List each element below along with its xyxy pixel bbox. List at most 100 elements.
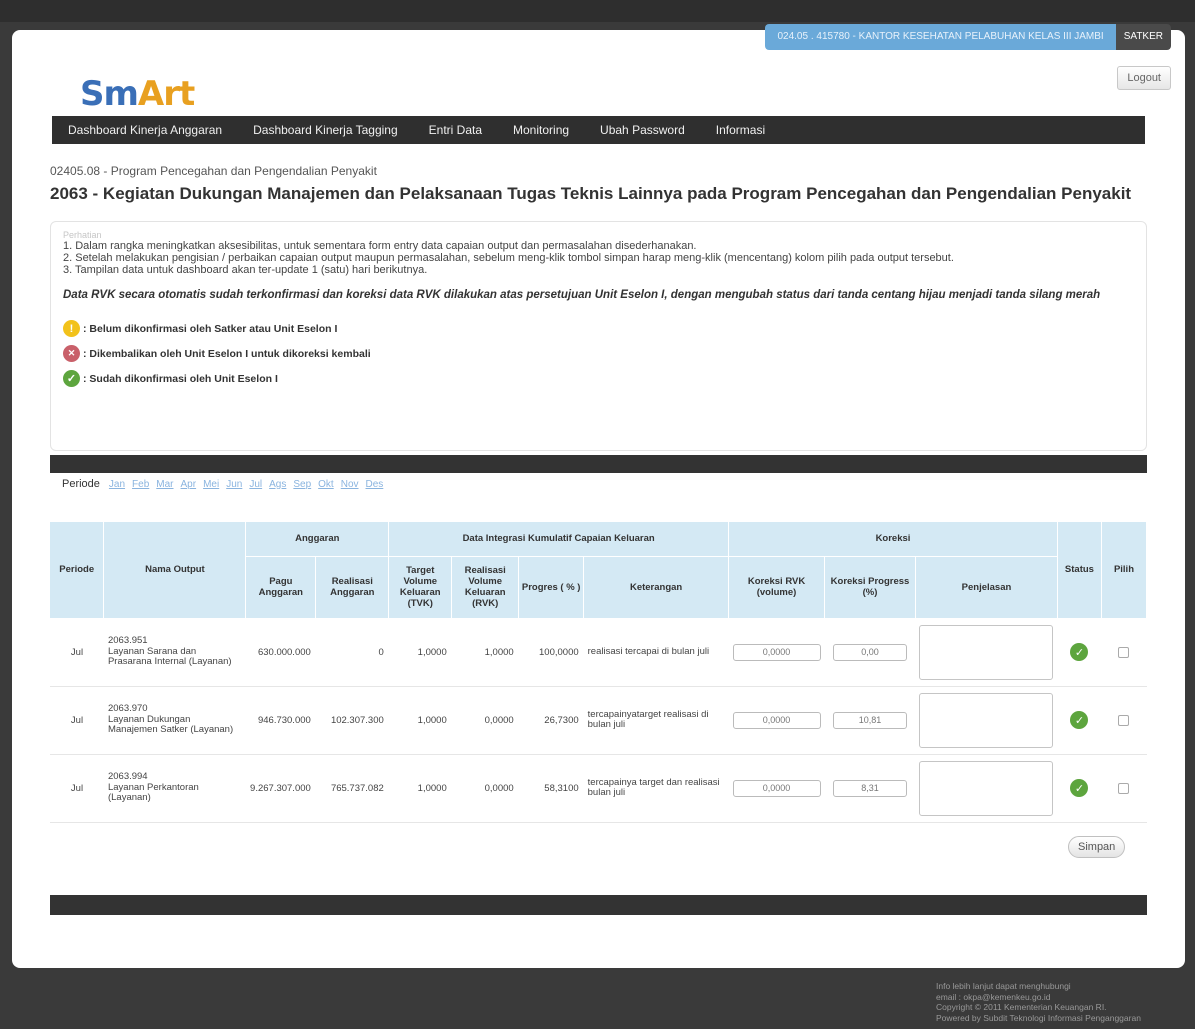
month-link-des[interactable]: Des	[366, 479, 384, 490]
status-confirmed-icon[interactable]: ✓	[1070, 643, 1089, 661]
cell-status: ✓	[1057, 618, 1102, 687]
header-anggaran: Anggaran	[245, 522, 390, 557]
header-keterangan: Keterangan	[583, 556, 730, 619]
cell-progres: 26,7300	[518, 686, 584, 755]
cell-nama-output: 2063.994 Layanan Perkantoran (Layanan)	[103, 754, 246, 823]
koreksi-progress-input[interactable]: 10,81	[833, 711, 907, 729]
output-table: Periode Nama Output Anggaran Data Integr…	[50, 522, 1148, 823]
cell-periode: Jul	[50, 754, 104, 823]
program-label: 02405.08 - Program Pencegahan dan Pengen…	[50, 164, 377, 178]
cell-status: ✓	[1057, 686, 1102, 755]
cell-penjelasan	[915, 686, 1058, 755]
footer-line: Powered by Subdit Teknologi Informasi Pe…	[936, 1012, 1141, 1023]
cell-target: 1,0000	[388, 618, 452, 687]
month-link-jun[interactable]: Jun	[226, 479, 242, 490]
legend-item-belum: ! : Belum dikonfirmasi oleh Satker atau …	[63, 320, 1134, 337]
koreksi-rvk-input[interactable]: 0,0000	[732, 711, 821, 729]
nav-ubah-password[interactable]: Ubah Password	[600, 123, 685, 137]
cell-koreksi-rvk: 0,0000	[728, 618, 825, 687]
cell-pagu: 946.730.000	[245, 686, 316, 755]
cell-target: 1,0000	[388, 686, 452, 755]
header-koreksi: Koreksi	[728, 522, 1058, 557]
header-status: Status	[1057, 522, 1102, 619]
legend-label: : Sudah dikonfirmasi oleh Unit Eselon I	[83, 372, 278, 385]
footer-line: Copyright © 2011 Kementerian Keuangan RI…	[936, 1002, 1107, 1012]
legend-label: : Belum dikonfirmasi oleh Satker atau Un…	[83, 322, 338, 335]
legend-label: : Dikembalikan oleh Unit Eselon I untuk …	[83, 347, 371, 360]
cell-koreksi-progress: 8,31	[824, 754, 916, 823]
cell-penjelasan	[915, 754, 1058, 823]
table-row: Jul 2063.970 Layanan Dukungan Manajemen S…	[50, 686, 1147, 755]
penjelasan-textarea[interactable]	[919, 624, 1054, 680]
month-link-feb[interactable]: Feb	[132, 479, 149, 490]
output-name: Layanan Dukungan Manajemen Satker (Layan…	[107, 713, 234, 736]
simpan-button[interactable]: Simpan	[1068, 836, 1126, 858]
satker-button[interactable]: SATKER	[1115, 24, 1171, 50]
cell-keterangan: realisasi tercapai di bulan juli	[583, 618, 729, 687]
nav-dashboard-kinerja-anggaran[interactable]: Dashboard Kinerja Anggaran	[68, 123, 222, 137]
cell-rvk: 0,0000	[451, 686, 519, 755]
nav-monitoring[interactable]: Monitoring	[513, 123, 569, 137]
cell-periode: Jul	[50, 686, 104, 755]
koreksi-rvk-input[interactable]: 0,0000	[732, 779, 821, 797]
koreksi-rvk-input[interactable]: 0,0000	[732, 643, 821, 661]
logout-button[interactable]: Logout	[1117, 66, 1171, 90]
status-confirmed-icon[interactable]: ✓	[1070, 779, 1089, 797]
header-data-integrasi: Data Integrasi Kumulatif Capaian Keluara…	[388, 522, 730, 557]
smart-logo: SmArt Sistem Monitoring dan Evaluasi Kin…	[80, 74, 240, 122]
month-link-ags[interactable]: Ags	[269, 479, 286, 490]
nav-informasi[interactable]: Informasi	[716, 123, 765, 137]
month-link-mei[interactable]: Mei	[203, 479, 219, 490]
top-strip	[0, 0, 1195, 22]
cell-progres: 100,0000	[518, 618, 584, 687]
penjelasan-textarea[interactable]	[919, 692, 1054, 748]
cell-realisasi: 765.737.082	[315, 754, 389, 823]
month-link-mar[interactable]: Mar	[156, 479, 173, 490]
month-link-okt[interactable]: Okt	[318, 479, 334, 490]
cell-keterangan: tercapainya target dan realisasi bulan j…	[583, 754, 729, 823]
month-link-apr[interactable]: Apr	[181, 479, 197, 490]
nav-dashboard-kinerja-tagging[interactable]: Dashboard Kinerja Tagging	[253, 123, 398, 137]
footer-line: email : okpa@kemenkeu.go.id	[936, 991, 1051, 1002]
satker-info: 024.05 . 415780 - KANTOR KESEHATAN PELAB…	[765, 24, 1116, 50]
cell-pilih	[1101, 686, 1147, 755]
legend-item-sudah: ✓ : Sudah dikonfirmasi oleh Unit Eselon …	[63, 370, 1134, 387]
cell-realisasi: 0	[315, 618, 389, 687]
notice-box: Perhatian 1. Dalam rangka meningkatkan a…	[50, 221, 1147, 451]
month-link-jan[interactable]: Jan	[109, 479, 125, 490]
notice-title: Perhatian	[63, 230, 102, 240]
month-link-nov[interactable]: Nov	[341, 479, 359, 490]
month-link-sep[interactable]: Sep	[293, 479, 311, 490]
output-name: Layanan Perkantoran (Layanan)	[107, 781, 199, 804]
cell-koreksi-progress: 0,00	[824, 618, 916, 687]
header-realisasi: Realisasi Anggaran	[315, 556, 390, 619]
confirmed-icon: ✓	[63, 370, 80, 387]
nav-entri-data[interactable]: Entri Data	[429, 123, 482, 137]
rejected-icon: ✕	[63, 345, 80, 362]
header-realisasi-volume: Realisasi Volume Keluaran (RVK)	[451, 556, 520, 619]
cell-koreksi-rvk: 0,0000	[728, 754, 825, 823]
status-confirmed-icon[interactable]: ✓	[1070, 711, 1089, 729]
koreksi-progress-input[interactable]: 8,31	[833, 779, 907, 797]
pilih-checkbox[interactable]	[1118, 714, 1130, 726]
cell-koreksi-rvk: 0,0000	[728, 686, 825, 755]
cell-progres: 58,3100	[518, 754, 584, 823]
pilih-checkbox[interactable]	[1118, 646, 1130, 658]
notice-line: 3. Tampilan data untuk dashboard akan te…	[63, 264, 428, 276]
cell-keterangan: tercapainyatarget realisasi di bulan jul…	[583, 686, 729, 755]
cell-koreksi-progress: 10,81	[824, 686, 916, 755]
header-periode: Periode	[50, 522, 105, 619]
penjelasan-textarea[interactable]	[919, 760, 1054, 816]
notice-line: 2. Setelah melakukan pengisian / perbaik…	[63, 252, 954, 264]
table-row: Jul 2063.994 Layanan Perkantoran (Layanan…	[50, 754, 1147, 823]
cell-penjelasan	[915, 618, 1058, 687]
pilih-checkbox[interactable]	[1118, 782, 1130, 794]
month-link-jul[interactable]: Jul	[249, 479, 262, 490]
cell-nama-output: 2063.951 Layanan Sarana dan Prasarana Int…	[103, 618, 246, 687]
koreksi-progress-input[interactable]: 0,00	[833, 643, 907, 661]
cell-realisasi: 102.307.300	[315, 686, 389, 755]
logo-text-art: Art	[137, 74, 195, 114]
cell-pilih	[1101, 754, 1147, 823]
header-pilih: Pilih	[1101, 522, 1148, 619]
cell-pagu: 630.000.000	[245, 618, 316, 687]
